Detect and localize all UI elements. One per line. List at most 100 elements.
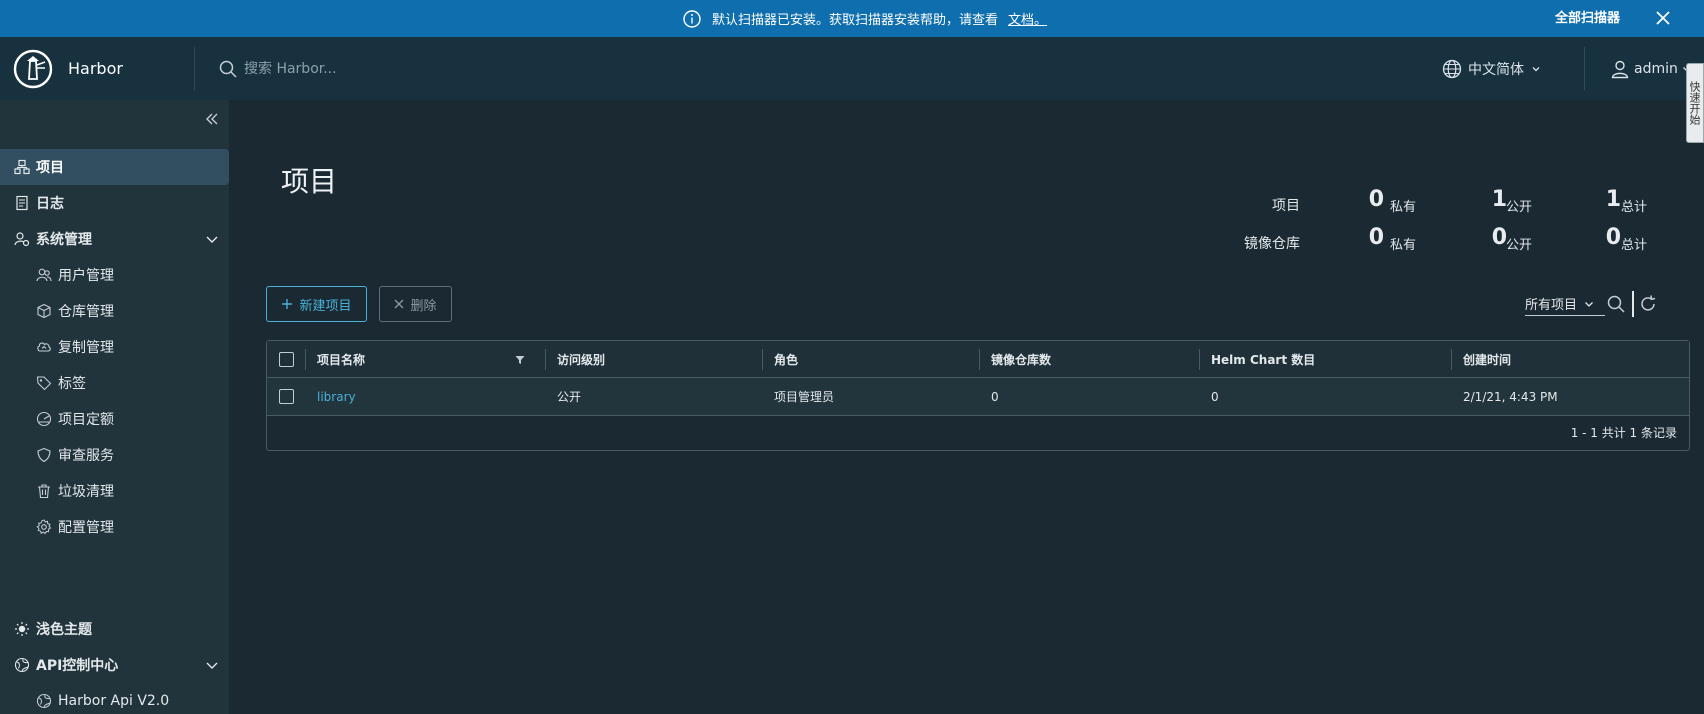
language-selector[interactable]: 中文简体	[1442, 37, 1542, 100]
close-icon[interactable]	[1652, 7, 1674, 29]
row-checkbox[interactable]	[279, 389, 294, 404]
public-unit: 公开	[1506, 200, 1533, 215]
banner-message-group: 默认扫描器已安装。获取扫描器安装帮助，请查看 文档。	[682, 0, 1047, 37]
column-header-helm-chart-count[interactable]: Helm Chart 数目	[1211, 341, 1315, 377]
table-header: 项目名称 访问级别 角色 镜像仓库数 Helm Chart 数目 创建时间	[267, 341, 1689, 378]
search-icon[interactable]	[1606, 294, 1626, 314]
select-all-checkbox[interactable]	[279, 351, 294, 367]
projects-public-count: 1	[1491, 187, 1507, 212]
helm-chart-count-cell: 0	[1211, 389, 1219, 404]
admin-icon	[14, 232, 30, 247]
creation-time-cell: 2/1/21, 4:43 PM	[1463, 389, 1558, 404]
projects-stats: 项目 0 私有 1 公开 1 总计	[1200, 187, 1680, 217]
user-menu[interactable]: admin	[1610, 37, 1692, 100]
sidebar-item-label: 仓库管理	[58, 304, 114, 320]
global-search[interactable]	[218, 53, 578, 85]
sidebar-item-administration[interactable]: 系统管理	[0, 221, 229, 257]
repos-total-count: 0	[1605, 225, 1621, 250]
sidebar-item-api-center[interactable]: API控制中心	[0, 647, 229, 683]
repos-stats-label: 镜像仓库	[1244, 236, 1300, 252]
delete-label: 删除	[410, 298, 437, 314]
sidebar-item-label: 日志	[36, 196, 64, 212]
repos-stats: 镜像仓库 0 私有 0 公开 0 总计	[1200, 225, 1680, 255]
delete-button[interactable]: 删除	[379, 286, 452, 322]
column-header-repo-count[interactable]: 镜像仓库数	[991, 341, 1051, 377]
sidebar-item-labels[interactable]: 标签	[0, 365, 229, 401]
sidebar-item-registries[interactable]: 仓库管理	[0, 293, 229, 329]
projects-stats-label: 项目	[1272, 198, 1300, 214]
sun-icon	[15, 622, 29, 636]
sidebar-item-label: Harbor Api V2.0	[58, 693, 170, 709]
language-label: 中文简体	[1468, 61, 1524, 78]
globe-icon	[1442, 59, 1462, 78]
sidebar-item-label: 垃圾清理	[58, 484, 114, 500]
scanner-banner: 默认扫描器已安装。获取扫描器安装帮助，请查看 文档。 全部扫描器	[0, 0, 1704, 37]
sidebar-item-logs[interactable]: 日志	[0, 185, 229, 221]
banner-message: 默认扫描器已安装。获取扫描器安装帮助，请查看	[712, 13, 999, 28]
column-separator	[305, 349, 306, 370]
refresh-icon[interactable]	[1638, 294, 1658, 314]
sidebar-item-label: 审查服务	[58, 448, 114, 464]
page-title: 项目	[281, 165, 338, 198]
sidebar-item-users[interactable]: 用户管理	[0, 257, 229, 293]
api-globe-icon	[36, 693, 52, 709]
chevron-down-icon	[206, 662, 218, 669]
project-name-link[interactable]: library	[317, 378, 356, 415]
harbor-logo-icon[interactable]	[13, 49, 53, 89]
private-unit: 私有	[1390, 238, 1417, 253]
sidebar-item-interrogation-services[interactable]: 审查服务	[0, 437, 229, 473]
shield-icon	[37, 447, 51, 463]
logs-icon	[16, 195, 28, 211]
column-separator	[1199, 349, 1200, 370]
row-select-cell	[279, 378, 294, 415]
column-header-name[interactable]: 项目名称	[317, 341, 365, 377]
total-unit: 总计	[1621, 238, 1648, 253]
column-header-creation-time[interactable]: 创建时间	[1463, 341, 1511, 377]
plus-icon	[282, 299, 293, 309]
sidebar-item-configuration[interactable]: 配置管理	[0, 509, 229, 545]
column-separator	[762, 349, 763, 370]
repos-private-count: 0	[1368, 225, 1384, 250]
api-globe-icon	[14, 657, 30, 673]
new-project-button[interactable]: 新建项目	[266, 286, 367, 322]
total-unit: 总计	[1621, 200, 1648, 215]
access-level-cell: 公开	[557, 390, 582, 404]
brand-name[interactable]: Harbor	[68, 37, 123, 100]
top-header: Harbor 中文简体 admin	[0, 37, 1704, 100]
column-header-access-level[interactable]: 访问级别	[557, 341, 605, 377]
sidebar-item-label: 用户管理	[58, 268, 114, 284]
chevron-down-icon	[206, 236, 218, 243]
private-unit: 私有	[1390, 200, 1417, 215]
projects-datagrid: 项目名称 访问级别 角色 镜像仓库数 Helm Chart 数目 创建时间 li…	[266, 340, 1690, 451]
column-separator	[1451, 349, 1452, 370]
filter-icon[interactable]	[515, 355, 525, 365]
sidebar-item-projects[interactable]: 项目	[0, 149, 229, 185]
sidebar-item-quotas[interactable]: 项目定额	[0, 401, 229, 437]
registry-icon	[37, 303, 51, 319]
select-all-cell	[279, 341, 294, 377]
user-icon	[1611, 60, 1629, 78]
new-project-label: 新建项目	[299, 298, 352, 314]
column-header-role[interactable]: 角色	[774, 341, 798, 377]
collapse-sidebar-icon[interactable]	[203, 110, 221, 128]
project-filter-select[interactable]: 所有项目	[1525, 292, 1605, 316]
gear-icon	[36, 519, 52, 535]
sidebar-item-garbage-collection[interactable]: 垃圾清理	[0, 473, 229, 509]
chevron-down-icon	[1532, 66, 1540, 71]
sidebar-item-label: 系统管理	[36, 232, 92, 248]
sidebar-item-replications[interactable]: 复制管理	[0, 329, 229, 365]
quick-start-tab[interactable]: 快速开始	[1686, 63, 1704, 143]
filter-select-value: 所有项目	[1525, 298, 1578, 313]
doc-link[interactable]: 文档。	[1008, 9, 1047, 28]
scan-all-link[interactable]: 全部扫描器	[1555, 0, 1620, 37]
sidebar-item-harbor-api[interactable]: Harbor Api V2.0	[0, 683, 229, 714]
close-icon	[395, 299, 404, 309]
sidebar-item-label: 配置管理	[58, 520, 114, 536]
chevron-down-icon	[1585, 301, 1593, 307]
search-input[interactable]	[244, 61, 564, 77]
sidebar-item-label: 项目	[36, 160, 64, 176]
theme-toggle[interactable]: 浅色主题	[0, 611, 229, 647]
sidebar-item-label: 复制管理	[58, 340, 114, 356]
pagination-summary: 1 - 1 共计 1 条记录	[1570, 426, 1677, 440]
table-row[interactable]: library 公开 项目管理员 0 0 2/1/21, 4:43 PM	[267, 378, 1689, 416]
